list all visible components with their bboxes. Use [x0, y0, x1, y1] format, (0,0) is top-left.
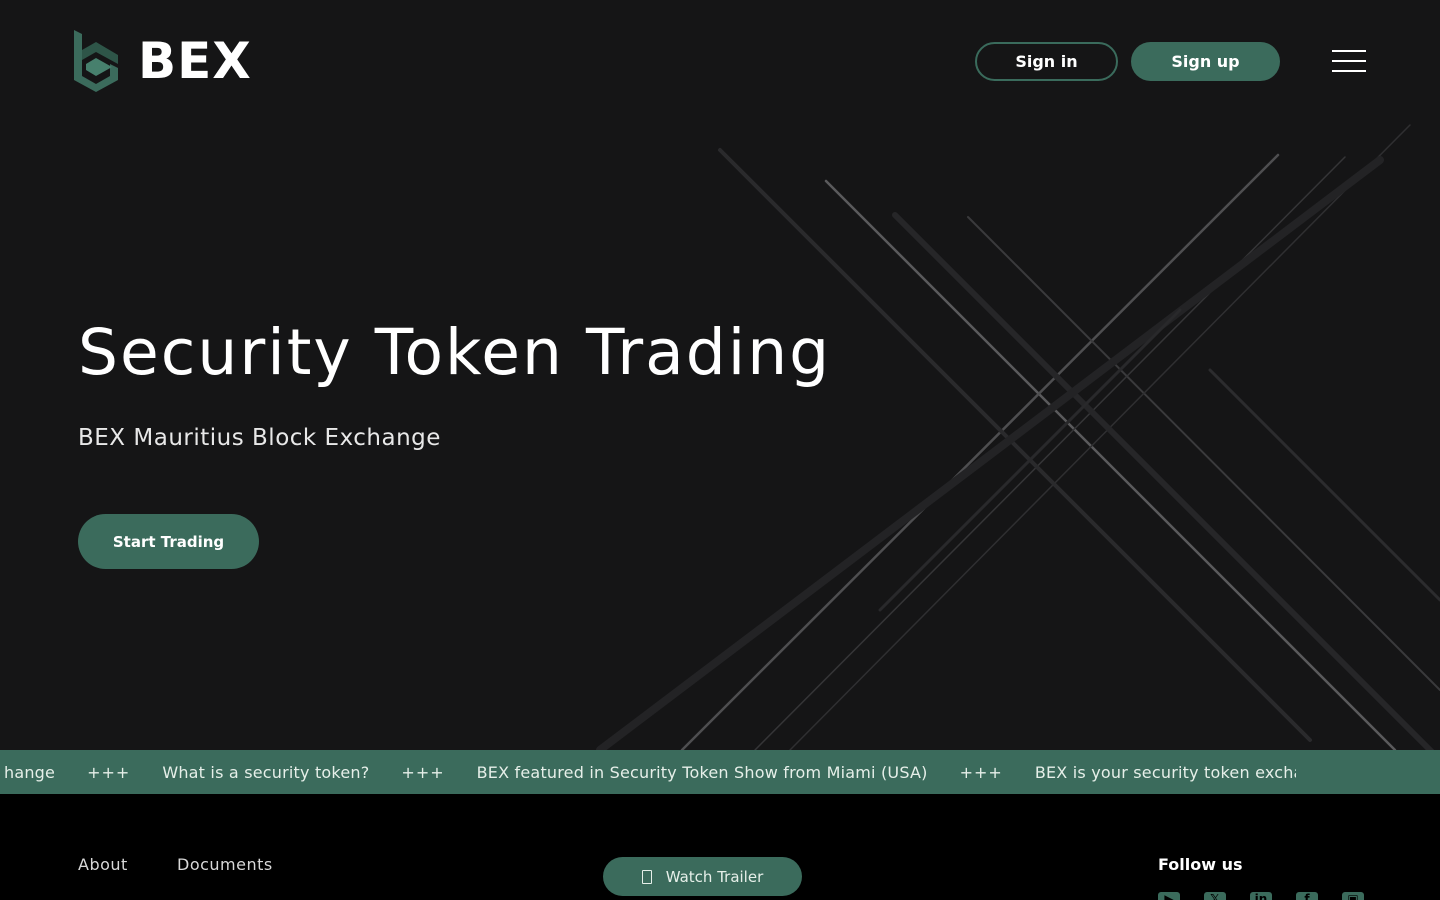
- ticker-separator: +++: [87, 762, 131, 782]
- watch-trailer-button[interactable]: Watch Trailer: [603, 857, 802, 896]
- sign-up-button[interactable]: Sign up: [1131, 42, 1280, 81]
- bex-logo-icon: [74, 30, 118, 92]
- hero-title: Security Token Trading: [78, 316, 832, 389]
- watch-trailer-label: Watch Trailer: [665, 867, 764, 886]
- ticker-item[interactable]: BEX featured in Security Token Show from…: [477, 763, 928, 782]
- ticker-item[interactable]: What is a security token?: [162, 763, 369, 782]
- ticker-item[interactable]: hange: [4, 763, 55, 782]
- ticker-track: hange +++ What is a security token? +++ …: [4, 750, 1296, 794]
- youtube-icon[interactable]: ▶: [1158, 892, 1180, 900]
- brand-name: BEX: [138, 32, 252, 90]
- ticker-viewport: hange +++ What is a security token? +++ …: [0, 750, 1296, 794]
- sign-in-button[interactable]: Sign in: [975, 42, 1118, 81]
- footer-link-about[interactable]: About: [78, 855, 128, 874]
- ticker-item[interactable]: BEX is your security token exchange: [1035, 763, 1296, 782]
- news-ticker: hange +++ What is a security token? +++ …: [0, 750, 1440, 794]
- footer: About Documents Watch Trailer Follow us …: [0, 794, 1440, 900]
- follow-us-heading: Follow us: [1158, 855, 1243, 874]
- hero-section: BEX Sign in Sign up Security Token Tradi…: [0, 0, 1440, 750]
- linkedin-icon[interactable]: in: [1250, 892, 1272, 900]
- footer-link-documents[interactable]: Documents: [177, 855, 273, 874]
- ticker-separator: +++: [401, 762, 445, 782]
- hamburger-menu-icon[interactable]: [1332, 49, 1368, 73]
- play-icon: [641, 869, 652, 884]
- facebook-icon[interactable]: f: [1296, 892, 1318, 900]
- brand-logo[interactable]: BEX: [72, 30, 252, 92]
- hero-subtitle: BEX Mauritius Block Exchange: [78, 425, 441, 451]
- start-trading-button[interactable]: Start Trading: [78, 514, 259, 569]
- x-icon[interactable]: 𝕏: [1204, 892, 1226, 900]
- ticker-separator: +++: [959, 762, 1003, 782]
- instagram-icon[interactable]: ▣: [1342, 892, 1364, 900]
